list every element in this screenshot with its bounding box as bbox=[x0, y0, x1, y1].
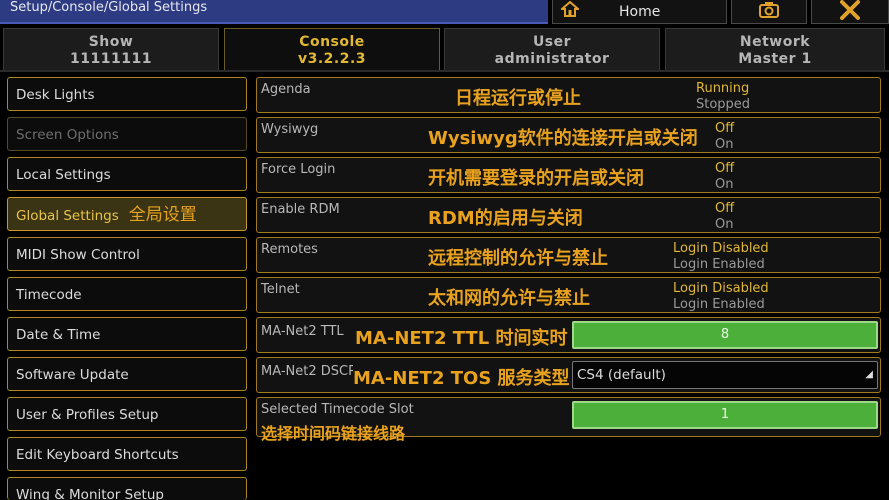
sidebar-item-label: Software Update bbox=[16, 367, 129, 383]
tab-user[interactable]: User administrator bbox=[444, 28, 660, 70]
tab-network[interactable]: Network Master 1 bbox=[665, 28, 885, 70]
dscp-select[interactable]: CS4 (default) ◢ bbox=[572, 361, 878, 389]
setting-label: Force Login bbox=[261, 162, 336, 177]
setting-telnet[interactable]: Telnet 太和网的允许与禁止 Login Disabled Login En… bbox=[256, 277, 881, 313]
option-login-enabled[interactable]: Login Enabled bbox=[673, 297, 765, 312]
option-on[interactable]: On bbox=[715, 137, 733, 152]
setting-manet2-dscp[interactable]: MA-Net2 DSCP MA-NET2 TOS 服务类型 CS4 (defau… bbox=[256, 357, 881, 393]
tab-console-title: Console bbox=[299, 34, 365, 50]
option-off[interactable]: Off bbox=[715, 121, 734, 136]
option-login-disabled[interactable]: Login Disabled bbox=[673, 241, 769, 256]
close-icon bbox=[839, 0, 861, 24]
option-on[interactable]: On bbox=[715, 217, 733, 232]
option-login-disabled[interactable]: Login Disabled bbox=[673, 281, 769, 296]
option-on[interactable]: On bbox=[715, 177, 733, 192]
tab-network-value: Master 1 bbox=[738, 51, 812, 67]
camera-icon bbox=[758, 1, 780, 23]
setting-label: Selected Timecode Slot bbox=[261, 402, 414, 417]
option-running[interactable]: Running bbox=[696, 81, 749, 96]
sidebar-item-label: Screen Options bbox=[16, 127, 119, 143]
sidebar-item-label: Desk Lights bbox=[16, 87, 95, 103]
sidebar-item-date-time[interactable]: Date & Time bbox=[7, 317, 247, 351]
setting-label: MA-Net2 TTL bbox=[261, 324, 344, 339]
sidebar-item-label: Timecode bbox=[16, 287, 82, 303]
timecode-slot-field[interactable]: 1 bbox=[572, 401, 878, 429]
tab-user-title: User bbox=[532, 34, 572, 50]
setting-agenda[interactable]: Agenda 日程运行或停止 Running Stopped bbox=[256, 77, 881, 113]
sidebar-item-wing-monitor-setup[interactable]: Wing & Monitor Setup bbox=[7, 477, 247, 500]
setting-label: Agenda bbox=[261, 82, 311, 97]
sidebar-item-edit-keyboard-shortcuts[interactable]: Edit Keyboard Shortcuts bbox=[7, 437, 247, 471]
setting-annotation: MA-NET2 TTL 时间实时 bbox=[355, 324, 568, 350]
setting-force-login[interactable]: Force Login 开机需要登录的开启或关闭 Off On bbox=[256, 157, 881, 193]
tab-divider bbox=[0, 70, 889, 72]
setting-timecode-slot[interactable]: Selected Timecode Slot 选择时间码链接线路 1 bbox=[256, 397, 881, 443]
sidebar-item-label: Edit Keyboard Shortcuts bbox=[16, 447, 179, 463]
setting-remotes[interactable]: Remotes 远程控制的允许与禁止 Login Disabled Login … bbox=[256, 237, 881, 273]
setting-annotation: 日程运行或停止 bbox=[455, 88, 581, 109]
option-login-enabled[interactable]: Login Enabled bbox=[673, 257, 765, 272]
tab-console[interactable]: Console v3.2.2.3 bbox=[224, 28, 440, 70]
tab-show[interactable]: Show 11111111 bbox=[3, 28, 219, 70]
setting-annotation: 开机需要登录的开启或关闭 bbox=[428, 168, 644, 189]
option-off[interactable]: Off bbox=[715, 201, 734, 216]
top-bar: Setup/Console/Global Settings Home bbox=[0, 0, 889, 24]
sidebar-item-label: MIDI Show Control bbox=[16, 247, 140, 263]
setting-annotation: Wysiwyg软件的连接开启或关闭 bbox=[428, 128, 698, 149]
setting-annotation: RDM的启用与关闭 bbox=[428, 208, 583, 229]
tab-show-title: Show bbox=[88, 34, 134, 50]
sidebar-item-software-update[interactable]: Software Update bbox=[7, 357, 247, 391]
setting-label: Telnet bbox=[261, 282, 300, 297]
breadcrumb: Setup/Console/Global Settings bbox=[0, 0, 548, 24]
sidebar-item-label: Local Settings bbox=[16, 167, 111, 183]
sidebar-item-global-settings[interactable]: Global Settings 全局设置 bbox=[7, 197, 247, 231]
sidebar-item-label: User & Profiles Setup bbox=[16, 407, 159, 423]
sidebar-item-label: Global Settings bbox=[16, 208, 119, 224]
setting-wysiwyg[interactable]: Wysiwyg Wysiwyg软件的连接开启或关闭 Off On bbox=[256, 117, 881, 153]
setting-manet2-ttl[interactable]: MA-Net2 TTL MA-NET2 TTL 时间实时 8 bbox=[256, 317, 881, 353]
sidebar-item-midi-show-control[interactable]: MIDI Show Control bbox=[7, 237, 247, 271]
close-button[interactable] bbox=[811, 0, 889, 24]
setting-annotation: 远程控制的允许与禁止 bbox=[428, 248, 608, 269]
chevron-down-icon: ◢ bbox=[865, 369, 873, 380]
setting-annotation: 选择时间码链接线路 bbox=[261, 424, 406, 443]
setting-annotation: MA-NET2 TOS 服务类型 bbox=[353, 364, 570, 390]
setting-enable-rdm[interactable]: Enable RDM RDM的启用与关闭 Off On bbox=[256, 197, 881, 233]
sidebar-item-label: Date & Time bbox=[16, 327, 101, 343]
ttl-value-field[interactable]: 8 bbox=[572, 321, 878, 349]
sidebar-item-desk-lights[interactable]: Desk Lights bbox=[7, 77, 247, 111]
setting-label: Remotes bbox=[261, 242, 318, 257]
home-label: Home bbox=[619, 3, 661, 20]
sidebar-item-label: Wing & Monitor Setup bbox=[16, 487, 164, 500]
option-off[interactable]: Off bbox=[715, 161, 734, 176]
sidebar-item-timecode[interactable]: Timecode bbox=[7, 277, 247, 311]
setting-label: Wysiwyg bbox=[261, 122, 319, 137]
tab-user-value: administrator bbox=[494, 51, 610, 67]
house-icon bbox=[559, 0, 581, 22]
setting-label: MA-Net2 DSCP bbox=[261, 364, 356, 379]
home-button[interactable]: Home bbox=[552, 0, 727, 24]
screenshot-button[interactable] bbox=[731, 0, 807, 24]
tab-console-value: v3.2.2.3 bbox=[297, 51, 367, 67]
setting-annotation: 太和网的允许与禁止 bbox=[428, 288, 590, 309]
tab-network-title: Network bbox=[739, 34, 811, 50]
dscp-select-value: CS4 (default) bbox=[577, 367, 666, 383]
sidebar-item-local-settings[interactable]: Local Settings bbox=[7, 157, 247, 191]
sidebar-annotation: 全局设置 bbox=[128, 205, 197, 225]
option-stopped[interactable]: Stopped bbox=[696, 97, 750, 112]
sidebar-item-user-profiles-setup[interactable]: User & Profiles Setup bbox=[7, 397, 247, 431]
setting-label: Enable RDM bbox=[261, 202, 340, 217]
tab-show-value: 11111111 bbox=[70, 51, 152, 67]
sidebar-item-screen-options[interactable]: Screen Options bbox=[7, 117, 247, 151]
